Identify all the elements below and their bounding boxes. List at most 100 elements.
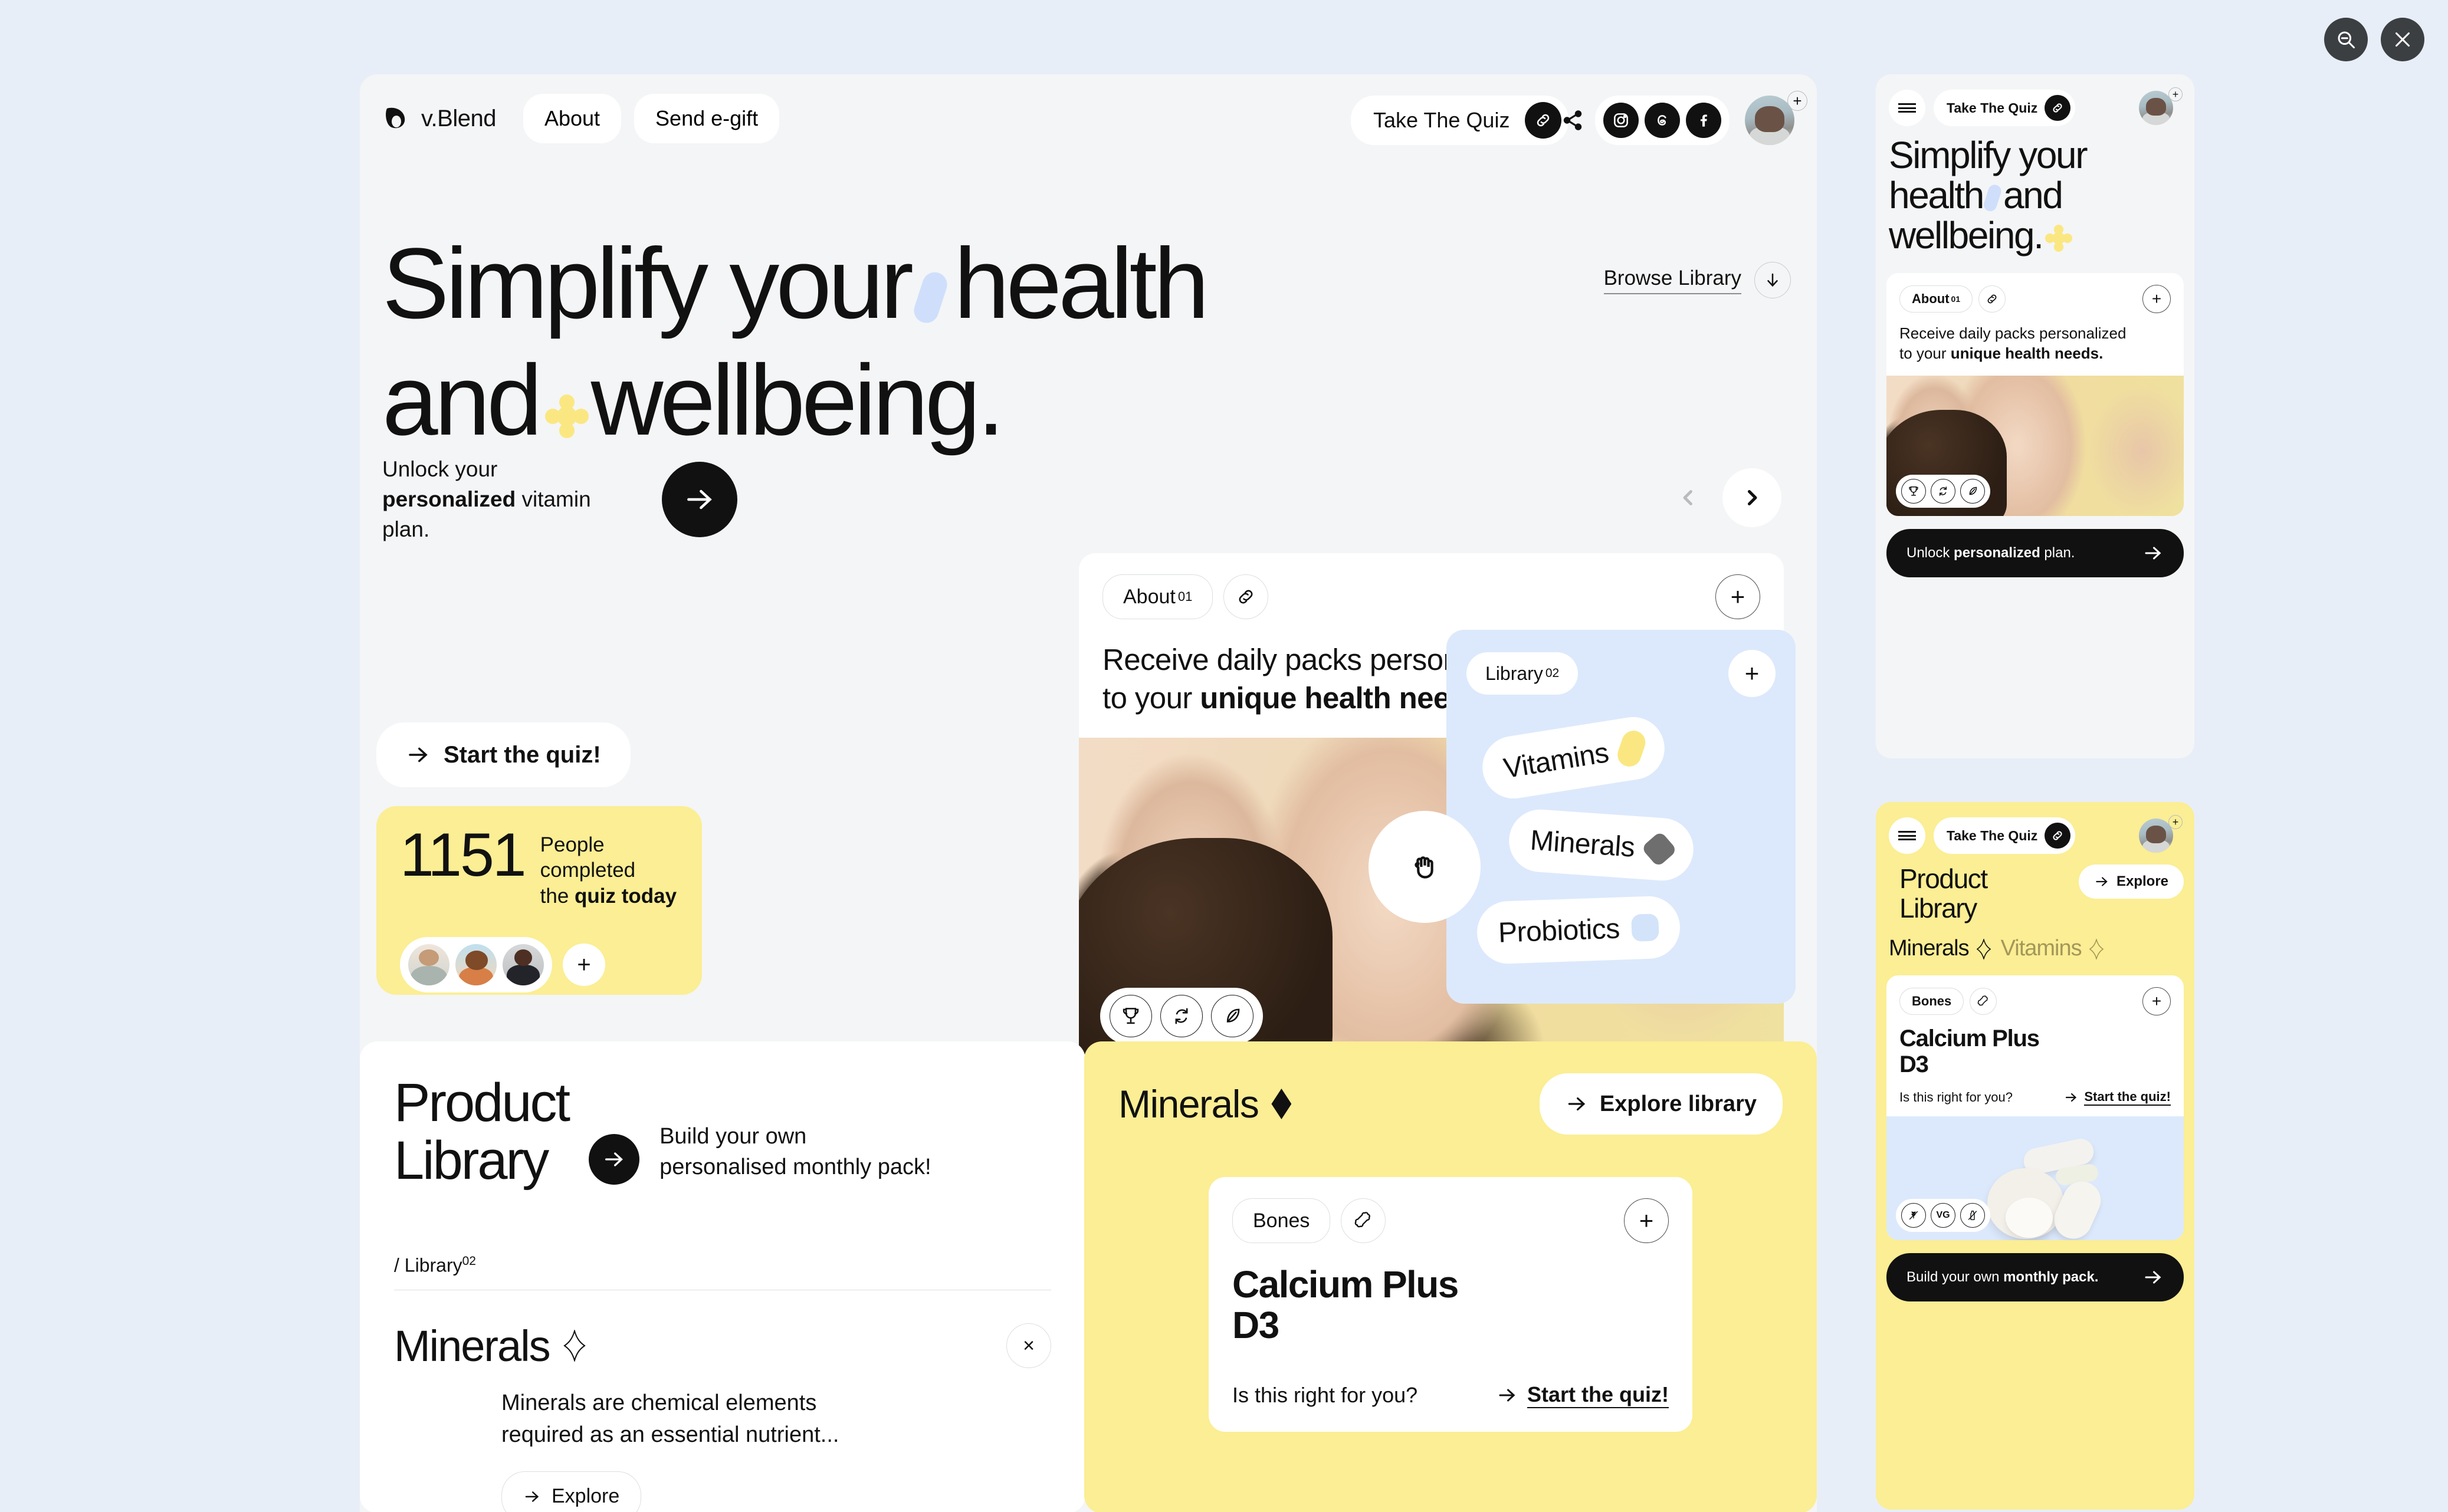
trophy-icon-badge[interactable]	[1110, 994, 1152, 1037]
library-expand-button[interactable]: +	[1728, 650, 1776, 697]
avatar[interactable]	[2139, 91, 2173, 125]
mobile2-build-pack-cta[interactable]: Build your own monthly pack.	[1886, 1253, 2184, 1301]
carousel-prev-button[interactable]	[1659, 468, 1718, 527]
vegan-badge[interactable]: VG	[1931, 1202, 1955, 1228]
take-the-quiz-button[interactable]: Take The Quiz	[1351, 96, 1569, 145]
accordion-close-button[interactable]: ×	[1006, 1323, 1051, 1369]
mobile1-card-header: About 01 +	[1886, 273, 2184, 314]
stat-card: 1151 People completed the quiz today +	[376, 806, 702, 995]
avatar[interactable]	[2139, 819, 2173, 853]
mobile2-explore-button[interactable]: Explore	[2078, 865, 2184, 899]
mobile1-headline-b: health	[1889, 173, 1984, 216]
link-icon	[1239, 590, 1253, 604]
close-button[interactable]	[2381, 18, 2424, 61]
product-add-button[interactable]: +	[2142, 987, 2171, 1016]
mobile2-take-quiz-button[interactable]: Take The Quiz	[1934, 817, 2076, 854]
top-navigation: v.Blend About Send e-gift Take The Quiz	[360, 74, 1817, 163]
diamond-outline-icon	[563, 1330, 586, 1362]
product-tag[interactable]: Bones	[1899, 988, 1964, 1015]
nav-send-egift-button[interactable]: Send e-gift	[634, 94, 780, 143]
product-card-header: Bones +	[1232, 1198, 1669, 1243]
about-link-button[interactable]	[1223, 574, 1269, 619]
link-icon	[1537, 114, 1550, 127]
mobile2-explore-label: Explore	[2116, 873, 2168, 889]
category-pill-vitamins[interactable]: Vitamins	[1478, 712, 1669, 803]
about-link-button[interactable]	[1978, 285, 2006, 313]
mobile1-unlock-cta[interactable]: Unlock personalized plan.	[1886, 529, 2184, 578]
avatar[interactable]	[455, 944, 497, 986]
trophy-icon-badge[interactable]	[1901, 479, 1926, 504]
hero-line2-b: wellbeing.	[590, 344, 1005, 456]
category-pill-minerals[interactable]: Minerals	[1507, 807, 1696, 883]
grab-hand-icon	[1415, 856, 1433, 879]
mobile1-take-quiz-button[interactable]: Take The Quiz	[1934, 90, 2076, 126]
product-library-go-button[interactable]	[589, 1134, 640, 1185]
stat-number: 1151	[400, 821, 527, 889]
about-expand-button[interactable]: +	[2142, 285, 2171, 314]
product-tag[interactable]: Bones	[1232, 1198, 1331, 1243]
tab-minerals-label: Minerals	[1889, 936, 1970, 961]
mobile2-heading-row: Product Library Explore	[1876, 854, 2194, 923]
browse-library-link[interactable]: Browse Library	[1603, 267, 1741, 294]
tab-vitamins[interactable]: Vitamins	[2001, 936, 2104, 961]
mobile2-start-quiz-link[interactable]: Start the quiz!	[2064, 1089, 2171, 1106]
category-pill-probiotics[interactable]: Probiotics	[1476, 895, 1681, 965]
leaf-icon-badge[interactable]	[1960, 479, 1985, 504]
minerals-panel-title: Minerals	[1118, 1082, 1292, 1126]
about-tag[interactable]: About 01	[1899, 285, 1973, 313]
leaf-icon-badge[interactable]	[1211, 994, 1253, 1037]
arrow-right-icon	[525, 1491, 539, 1502]
star-glyph-icon	[544, 395, 589, 438]
avatar[interactable]	[503, 944, 544, 986]
brand[interactable]: v.Blend	[382, 105, 496, 132]
scroll-down-button[interactable]	[1754, 262, 1791, 298]
add-avatar-button[interactable]: +	[2168, 87, 2183, 101]
accordion-header[interactable]: Minerals ×	[394, 1321, 1051, 1371]
recycle-icon-badge[interactable]	[1160, 994, 1203, 1037]
library-tag[interactable]: Library 02	[1466, 652, 1579, 695]
start-quiz-button[interactable]: Start the quiz!	[376, 722, 631, 787]
breadcrumb-number: 02	[462, 1254, 476, 1268]
breadcrumb-label: / Library	[394, 1254, 462, 1276]
mobile1-cta-pre: Unlock	[1906, 545, 1954, 561]
zoom-out-button[interactable]	[2324, 18, 2368, 61]
add-avatar-button[interactable]: +	[2168, 815, 2183, 829]
add-people-button[interactable]: +	[563, 944, 605, 987]
bone-icon-button[interactable]	[1341, 1198, 1386, 1243]
mobile2-cta-strong: monthly pack.	[2003, 1268, 2099, 1285]
minerals-panel-header: Minerals Explore library	[1118, 1073, 1783, 1135]
category-label: Minerals	[1529, 824, 1636, 863]
tab-minerals[interactable]: Minerals	[1889, 936, 1991, 961]
menu-button[interactable]	[1889, 90, 1925, 126]
bone-icon-button[interactable]	[1970, 988, 1997, 1015]
avatar[interactable]	[408, 944, 449, 986]
accordion-explore-button[interactable]: Explore	[501, 1471, 642, 1512]
unlock-plan-button[interactable]	[662, 461, 737, 537]
add-avatar-button[interactable]: +	[1787, 91, 1807, 111]
drag-cursor-handle[interactable]	[1369, 811, 1481, 923]
start-quiz-label: Start the quiz!	[444, 741, 601, 768]
about-tag[interactable]: About 01	[1102, 574, 1213, 619]
threads-button[interactable]	[1645, 103, 1680, 138]
arrow-right-icon	[2145, 547, 2161, 560]
recycle-icon-badge[interactable]	[1931, 479, 1955, 504]
instagram-button[interactable]	[1603, 103, 1639, 138]
product-start-quiz-link[interactable]: Start the quiz!	[1497, 1382, 1669, 1409]
explore-library-button[interactable]: Explore library	[1539, 1073, 1783, 1135]
carousel-next-button[interactable]	[1722, 468, 1781, 527]
gluten-free-icon-badge[interactable]	[1901, 1202, 1926, 1228]
product-tag-label: Bones	[1253, 1209, 1310, 1232]
share-button[interactable]	[1550, 96, 1595, 145]
no-bottle-icon-badge[interactable]	[1960, 1202, 1985, 1228]
minerals-panel: Minerals Explore library Bones + Calcium…	[1084, 1041, 1817, 1512]
star-glyph-icon	[2045, 224, 2072, 252]
facebook-button[interactable]	[1686, 103, 1721, 138]
product-name-line1: Calcium Plus	[1232, 1263, 1459, 1306]
product-add-button[interactable]: +	[1624, 1198, 1669, 1243]
arrow-right-icon	[687, 489, 712, 509]
menu-button[interactable]	[1889, 817, 1925, 854]
about-expand-button[interactable]: +	[1715, 574, 1760, 619]
arrow-right-icon	[2145, 1271, 2161, 1284]
mobile1-cta-text: Unlock personalized plan.	[1906, 545, 2075, 561]
nav-about-button[interactable]: About	[523, 94, 622, 143]
